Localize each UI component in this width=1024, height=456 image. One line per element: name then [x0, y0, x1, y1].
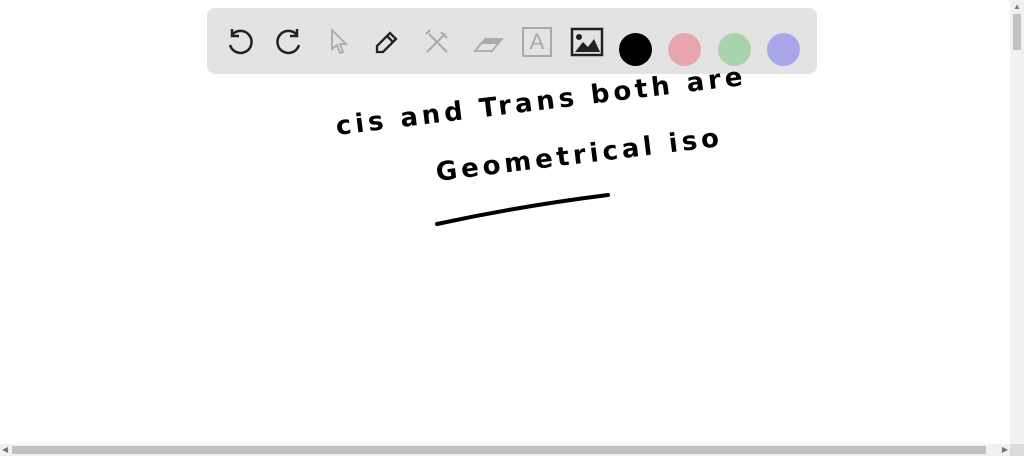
- redo-button[interactable]: [272, 25, 306, 59]
- text-icon: A: [522, 27, 552, 57]
- image-button[interactable]: [570, 25, 604, 59]
- handwritten-line-2: Geometrical iso: [434, 122, 725, 188]
- color-green-swatch[interactable]: [718, 33, 751, 66]
- text-button[interactable]: A: [520, 25, 554, 59]
- horizontal-scrollbar[interactable]: ◀ ▶: [0, 444, 1010, 456]
- scroll-right-icon[interactable]: ▶: [1002, 445, 1008, 455]
- underline-stroke: [435, 193, 610, 226]
- undo-button[interactable]: [223, 25, 257, 59]
- scrollbar-corner: [1010, 444, 1024, 456]
- pencil-icon: [375, 31, 398, 54]
- horizontal-scroll-thumb[interactable]: [12, 446, 986, 454]
- tools-icon: [425, 29, 448, 53]
- eraser-icon: [473, 38, 504, 52]
- pencil-button[interactable]: [370, 25, 404, 59]
- redo-icon: [276, 29, 301, 55]
- scroll-left-icon[interactable]: ◀: [2, 445, 8, 455]
- vertical-scrollbar[interactable]: ▲: [1010, 0, 1024, 444]
- select-button[interactable]: [321, 25, 355, 59]
- vertical-scroll-thumb[interactable]: [1013, 14, 1021, 50]
- eraser-button[interactable]: [471, 25, 505, 59]
- scroll-up-icon[interactable]: ▲: [1013, 2, 1021, 12]
- pointer-icon: [331, 27, 349, 55]
- color-black-swatch[interactable]: [619, 33, 652, 66]
- color-purple-swatch[interactable]: [767, 33, 800, 66]
- undo-icon: [228, 29, 253, 55]
- tools-button[interactable]: [420, 25, 454, 59]
- color-pink-swatch[interactable]: [668, 33, 701, 66]
- image-icon: [570, 27, 604, 57]
